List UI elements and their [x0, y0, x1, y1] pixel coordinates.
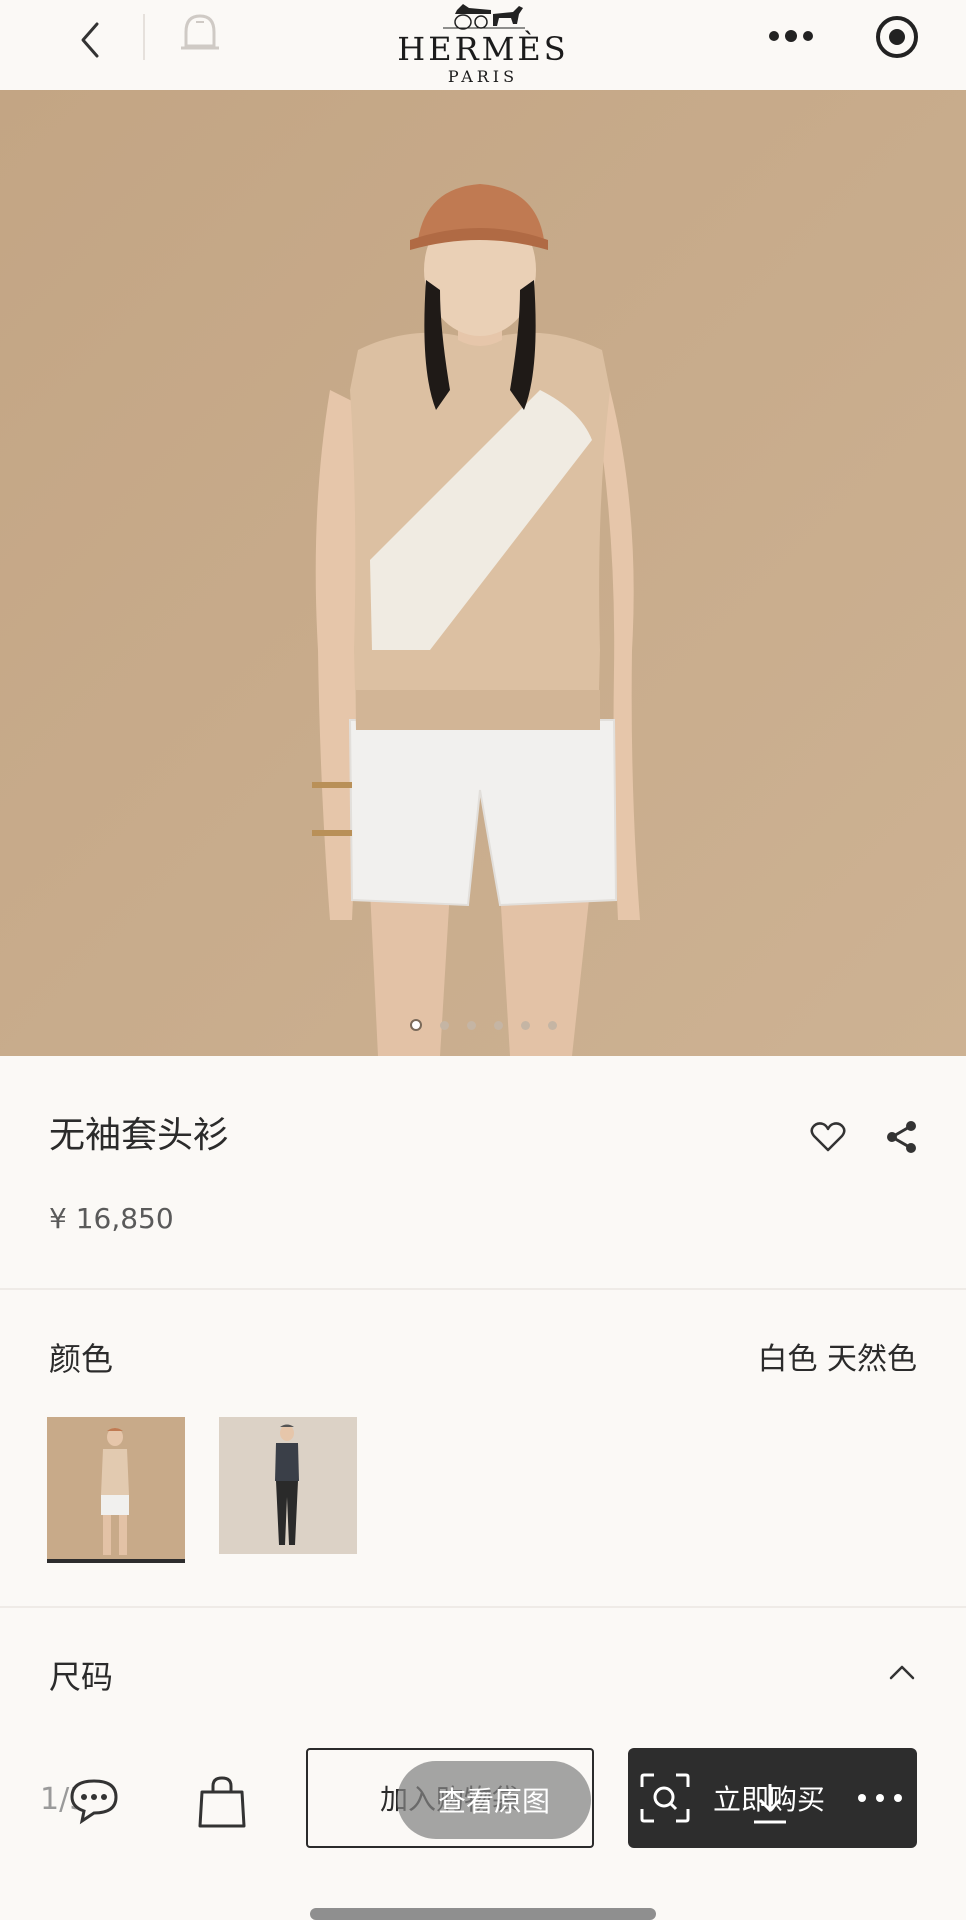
color-value: 白色 天然色	[757, 1342, 917, 1377]
carousel-dot[interactable]	[493, 1021, 503, 1030]
header-divider	[143, 14, 145, 60]
product-title: 无袖套头衫	[49, 1115, 230, 1156]
section-divider	[0, 1606, 966, 1608]
buy-now-button[interactable]: 立即购买	[628, 1748, 917, 1848]
swatch-beige-image	[47, 1417, 185, 1559]
size-label[interactable]: 尺码	[49, 1652, 113, 1698]
bell-icon	[181, 14, 219, 50]
more-options-icon	[858, 1794, 902, 1802]
shopping-bag-icon	[198, 1776, 246, 1828]
brand-logo[interactable]: HERMÈS PARIS	[380, 0, 586, 90]
swatch-dark-image	[219, 1417, 357, 1554]
model-photo	[0, 90, 966, 1056]
heart-icon	[810, 1122, 846, 1152]
brand-name: HERMÈS	[397, 30, 569, 68]
brand-city: PARIS	[447, 67, 519, 86]
view-original-button[interactable]: 查看原图	[397, 1761, 591, 1839]
share-icon	[887, 1121, 916, 1153]
color-label: 颜色	[49, 1340, 114, 1378]
shopping-bag-button[interactable]	[192, 1772, 252, 1832]
target-icon	[876, 16, 918, 58]
notification-button[interactable]	[170, 6, 230, 66]
carousel-dot[interactable]	[466, 1021, 476, 1030]
scan-icon	[640, 1773, 690, 1823]
chevron-up-icon	[889, 1665, 915, 1680]
carousel-dot[interactable]	[547, 1021, 557, 1030]
chat-icon	[70, 1779, 118, 1825]
product-hero-image[interactable]	[0, 90, 966, 1056]
color-swatch-selected[interactable]	[47, 1417, 185, 1563]
share-button[interactable]	[877, 1112, 927, 1162]
back-arrow-icon	[81, 22, 99, 58]
carriage-logo-icon	[443, 4, 525, 30]
color-swatch[interactable]	[219, 1417, 357, 1554]
product-price: ¥ 16,850	[49, 1202, 174, 1235]
download-icon	[754, 1784, 786, 1824]
carousel-dot[interactable]	[409, 1019, 422, 1031]
customer-service-button[interactable]	[64, 1772, 124, 1828]
more-button[interactable]	[756, 12, 826, 60]
section-divider	[0, 1288, 966, 1290]
back-button[interactable]	[60, 10, 120, 70]
carousel-dot[interactable]	[520, 1021, 530, 1030]
favorite-button[interactable]	[803, 1112, 853, 1162]
home-indicator	[310, 1908, 656, 1920]
size-toggle-button[interactable]	[880, 1650, 924, 1694]
close-miniprogram-button[interactable]	[868, 8, 926, 66]
carousel-dot[interactable]	[439, 1021, 449, 1030]
carousel-indicator	[0, 1016, 966, 1036]
more-icon	[769, 30, 813, 42]
